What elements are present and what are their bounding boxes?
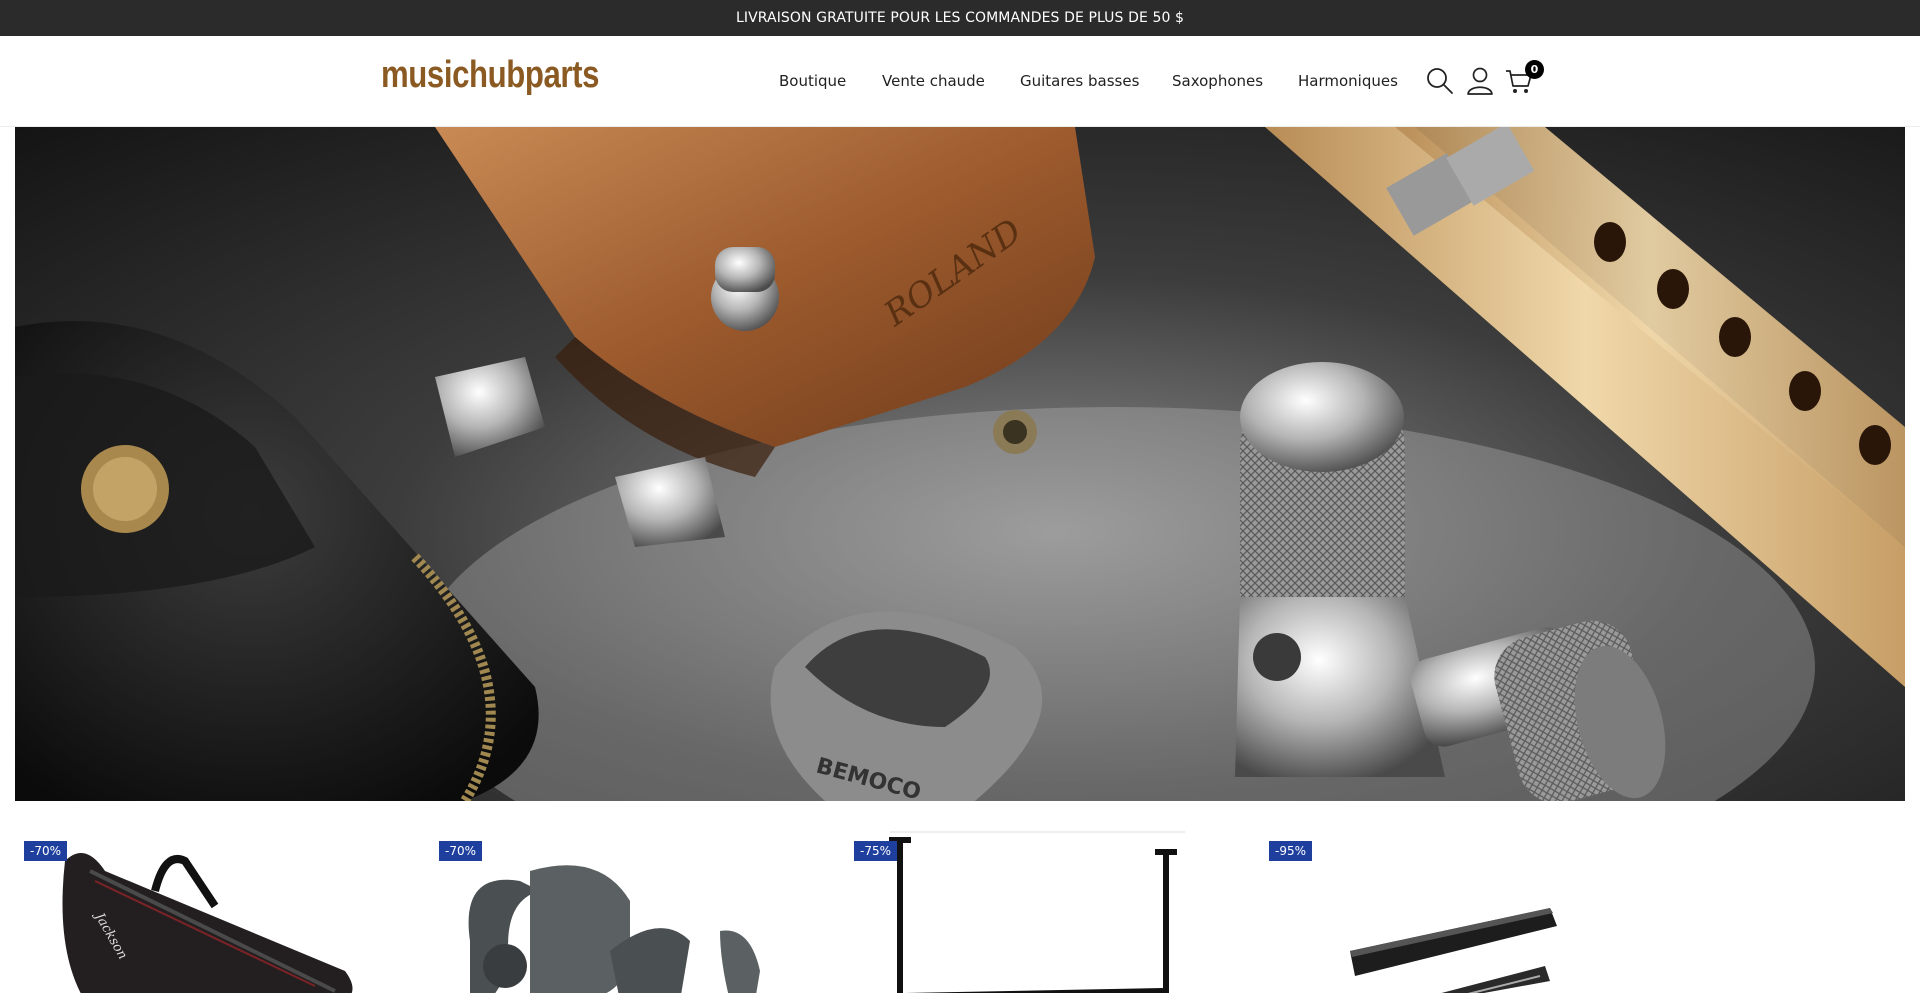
product-card[interactable]: -70% bbox=[430, 831, 820, 993]
announcement-text: LIVRAISON GRATUITE POUR LES COMMANDES DE… bbox=[735, 10, 1185, 26]
announcement-bar: LIVRAISON GRATUITE POUR LES COMMANDES DE… bbox=[0, 0, 1920, 36]
account-icon[interactable] bbox=[1465, 66, 1495, 96]
product-card[interactable]: -95% bbox=[1260, 831, 1650, 993]
search-icon[interactable] bbox=[1425, 66, 1455, 96]
hero-banner[interactable]: ROLAND BEMOCO bbox=[15, 127, 1905, 801]
discount-badge: -70% bbox=[439, 841, 483, 861]
product-card[interactable]: -70% Jackson bbox=[15, 831, 405, 993]
product-image-flat-case bbox=[1350, 908, 1557, 993]
nav-item-saxophones[interactable]: Saxophones bbox=[1172, 72, 1263, 90]
nav-item-guitares-basses[interactable]: Guitares basses bbox=[1020, 72, 1139, 90]
cart-icon[interactable]: 0 bbox=[1504, 60, 1544, 96]
product-image-folding-stand bbox=[889, 831, 1185, 993]
nav-item-vente-chaude[interactable]: Vente chaude bbox=[882, 72, 985, 90]
main-nav: Boutique Vente chaude Guitares basses Sa… bbox=[0, 72, 1920, 98]
site-header: musichubparts Boutique Vente chaude Guit… bbox=[0, 36, 1920, 127]
product-grid: -70% Jackson -70% -75% -95% bbox=[0, 801, 1920, 993]
cart-count-badge: 0 bbox=[1525, 60, 1544, 79]
discount-badge: -75% bbox=[854, 841, 898, 861]
hero-image: ROLAND BEMOCO bbox=[15, 127, 1905, 801]
nav-item-harmoniques[interactable]: Harmoniques bbox=[1298, 72, 1398, 90]
product-image-clip-holders bbox=[468, 865, 760, 993]
nav-item-boutique[interactable]: Boutique bbox=[779, 72, 846, 90]
discount-badge: -70% bbox=[24, 841, 68, 861]
product-card[interactable]: -75% bbox=[845, 831, 1235, 993]
product-image-gig-bag: Jackson bbox=[62, 853, 353, 993]
discount-badge: -95% bbox=[1269, 841, 1313, 861]
